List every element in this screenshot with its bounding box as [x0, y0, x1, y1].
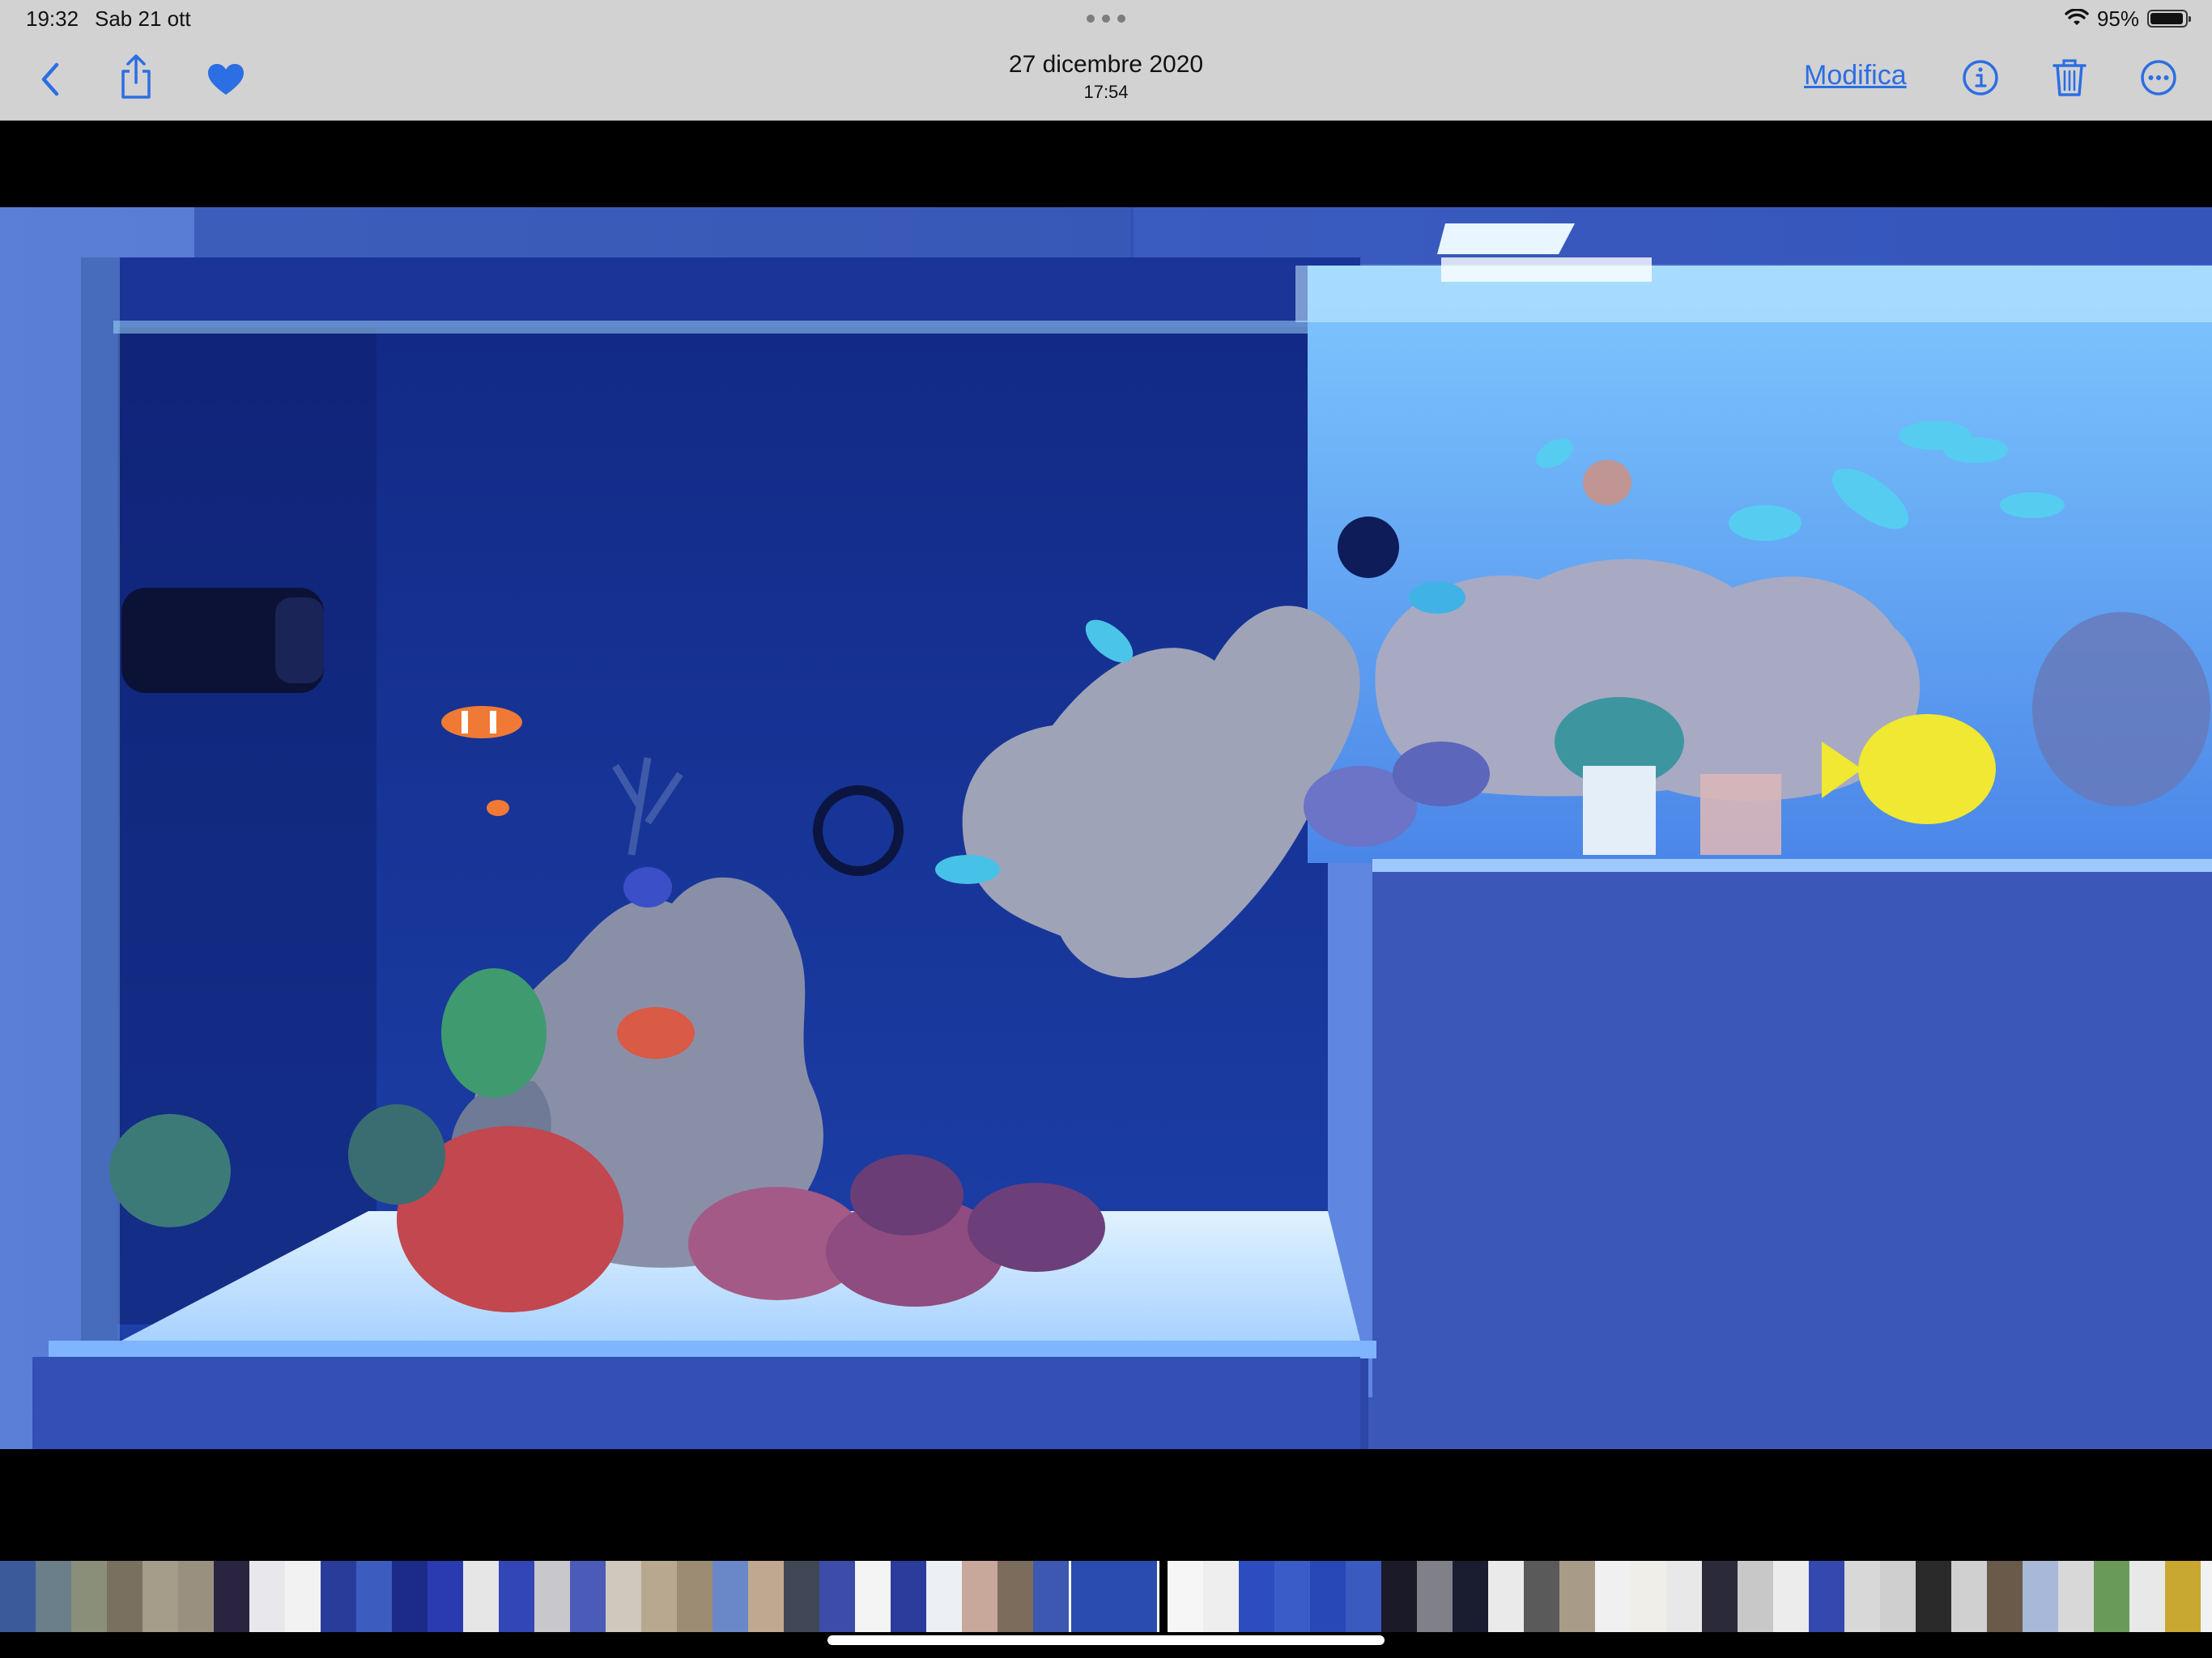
thumbnail[interactable]: [1488, 1561, 1524, 1632]
thumbnail[interactable]: [71, 1561, 107, 1632]
status-date: Sab 21 ott: [95, 6, 191, 31]
thumbnail[interactable]: [606, 1561, 641, 1632]
photo-time: 17:54: [1083, 82, 1129, 102]
thumbnail[interactable]: [499, 1561, 534, 1632]
thumbnail[interactable]: [1346, 1561, 1381, 1632]
back-button[interactable]: [29, 53, 70, 105]
thumbnail[interactable]: [1310, 1561, 1346, 1632]
thumbnail[interactable]: [1453, 1561, 1488, 1632]
more-button[interactable]: [2138, 57, 2180, 99]
thumbnail[interactable]: [428, 1561, 463, 1632]
thumbnail[interactable]: [962, 1561, 998, 1632]
thumbnail[interactable]: [2094, 1561, 2129, 1632]
thumbnail[interactable]: [1987, 1561, 2023, 1632]
thumbnail[interactable]: [1666, 1561, 1702, 1632]
photo-date: 27 dicembre 2020: [1008, 51, 1204, 78]
aquarium-photo: [0, 207, 2212, 1449]
info-button[interactable]: [1959, 57, 2001, 99]
thumbnail[interactable]: [1524, 1561, 1559, 1632]
thumbnail[interactable]: [677, 1561, 713, 1632]
thumbnail[interactable]: [143, 1561, 178, 1632]
status-right: 95%: [2065, 5, 2191, 32]
thumbnail[interactable]: [1559, 1561, 1595, 1632]
thumbnail[interactable]: [1631, 1561, 1666, 1632]
photo-title: 27 dicembre 2020 17:54: [863, 50, 1349, 104]
share-button[interactable]: [113, 50, 159, 104]
edit-button[interactable]: Modifica: [1804, 60, 1907, 91]
battery-percentage: 95%: [2096, 6, 2139, 31]
thumbnail[interactable]: [534, 1561, 570, 1632]
thumbnail[interactable]: [570, 1561, 606, 1632]
thumbnail[interactable]: [1773, 1561, 1809, 1632]
thumbnail[interactable]: [641, 1561, 677, 1632]
thumbnail[interactable]: [1595, 1561, 1631, 1632]
thumbnail-selected[interactable]: [1069, 1561, 1159, 1632]
thumbnail[interactable]: [107, 1561, 143, 1632]
thumbnail[interactable]: [748, 1561, 784, 1632]
thumbnail[interactable]: [2165, 1561, 2201, 1632]
thumbnail[interactable]: [926, 1561, 962, 1632]
thumbnail[interactable]: [1168, 1561, 1203, 1632]
thumbnail[interactable]: [1809, 1561, 1844, 1632]
favorite-button[interactable]: [202, 57, 249, 102]
thumbnail[interactable]: [1951, 1561, 1987, 1632]
thumbnail[interactable]: [891, 1561, 926, 1632]
thumbnail[interactable]: [2023, 1561, 2058, 1632]
thumbnail[interactable]: [463, 1561, 499, 1632]
thumbnail[interactable]: [1916, 1561, 1951, 1632]
thumbnail[interactable]: [2201, 1561, 2212, 1632]
status-time: 19:32: [26, 6, 79, 31]
battery-icon: [2147, 10, 2191, 28]
thumbnail[interactable]: [819, 1561, 855, 1632]
thumbnail[interactable]: [784, 1561, 819, 1632]
thumbnail[interactable]: [285, 1561, 321, 1632]
thumbnail[interactable]: [1880, 1561, 1916, 1632]
multitasking-grabber-icon[interactable]: [1087, 15, 1125, 23]
thumbnail[interactable]: [178, 1561, 214, 1632]
thumbnail[interactable]: [2058, 1561, 2094, 1632]
thumbnail[interactable]: [1417, 1561, 1453, 1632]
thumbnail-strip[interactable]: [0, 1561, 2212, 1632]
thumbnail[interactable]: [356, 1561, 392, 1632]
thumbnail[interactable]: [2129, 1561, 2165, 1632]
thumbnail[interactable]: [392, 1561, 428, 1632]
info-icon: [1963, 60, 1998, 96]
thumbnail[interactable]: [1702, 1561, 1738, 1632]
share-icon: [121, 54, 151, 99]
trash-icon: [2052, 59, 2087, 96]
thumbnail[interactable]: [214, 1561, 249, 1632]
thumbnail[interactable]: [1203, 1561, 1239, 1632]
thumbnail[interactable]: [1033, 1561, 1069, 1632]
thumbnail[interactable]: [998, 1561, 1033, 1632]
delete-button[interactable]: [2050, 53, 2089, 102]
thumbnail[interactable]: [1274, 1561, 1310, 1632]
thumbnail[interactable]: [321, 1561, 356, 1632]
heart-icon: [208, 64, 244, 95]
navigation-bar: 19:32 Sab 21 ott 95% 27 dicembre 2020 17…: [0, 0, 2212, 121]
thumbnail[interactable]: [36, 1561, 71, 1632]
thumbnail[interactable]: [1738, 1561, 1773, 1632]
chevron-left-icon: [41, 62, 59, 96]
thumbnail[interactable]: [855, 1561, 891, 1632]
thumbnail[interactable]: [713, 1561, 748, 1632]
more-options-icon: [2141, 60, 2176, 96]
thumbnail[interactable]: [1381, 1561, 1417, 1632]
wifi-icon: [2065, 9, 2089, 28]
thumbnail[interactable]: [1844, 1561, 1880, 1632]
home-indicator: [827, 1635, 1385, 1645]
thumbnail[interactable]: [0, 1561, 36, 1632]
photo-viewer[interactable]: [0, 207, 2212, 1449]
battery-level: [2150, 13, 2183, 24]
thumbnail[interactable]: [249, 1561, 285, 1632]
thumbnail[interactable]: [1239, 1561, 1274, 1632]
